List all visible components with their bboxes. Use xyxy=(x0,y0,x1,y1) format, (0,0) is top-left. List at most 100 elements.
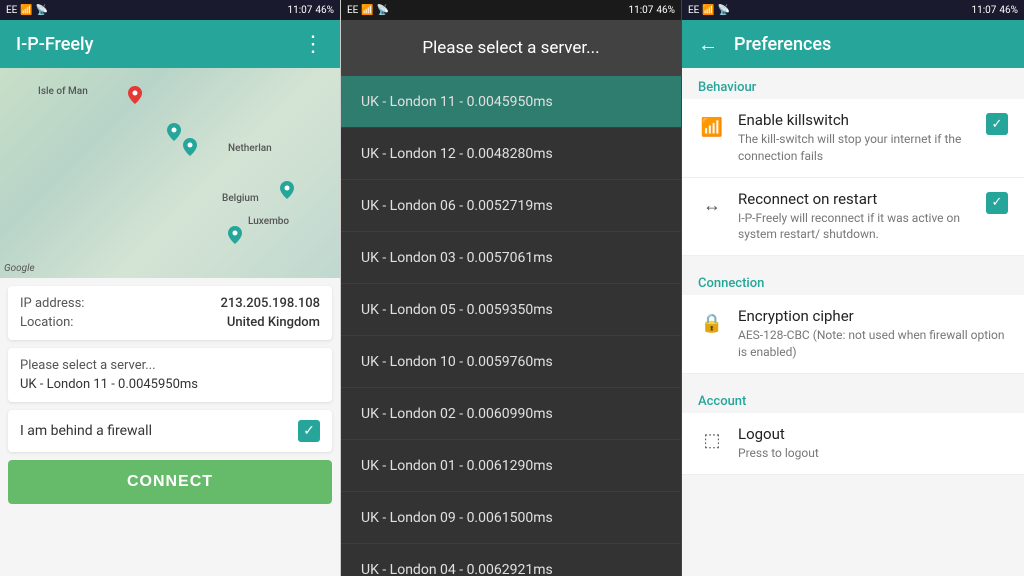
location-value: United Kingdom xyxy=(227,315,320,330)
encryption-desc: AES-128-CBC (Note: not used when firewal… xyxy=(738,327,1008,361)
server-placeholder: Please select a server... xyxy=(20,358,320,373)
server-item-1[interactable]: UK - London 12 - 0.0048280ms xyxy=(341,128,681,180)
killswitch-icon: 📶 xyxy=(698,113,726,141)
killswitch-checkbox[interactable]: ✓ xyxy=(986,113,1008,135)
ip-info-box: IP address: 213.205.198.108 Location: Un… xyxy=(8,286,332,340)
server-list-header: Please select a server... xyxy=(341,20,681,76)
map-view: Isle of Man Netherlan Belgium Luxembo Go… xyxy=(0,68,340,278)
server-item-7[interactable]: UK - London 01 - 0.0061290ms xyxy=(341,440,681,492)
reconnect-icon: ↔ xyxy=(698,192,726,220)
logout-desc: Press to logout xyxy=(738,445,1008,462)
server-item-text-1: UK - London 12 - 0.0048280ms xyxy=(361,146,553,162)
status-right-3: 11:07 46% xyxy=(972,5,1018,16)
carrier-text-2: EE xyxy=(347,5,358,16)
reconnect-title: Reconnect on restart xyxy=(738,190,974,208)
logout-item[interactable]: ⬚ Logout Press to logout xyxy=(682,413,1024,475)
server-item-text-0: UK - London 11 - 0.0045950ms xyxy=(361,94,553,110)
preferences-title: Preferences xyxy=(734,34,831,55)
killswitch-item[interactable]: 📶 Enable killswitch The kill-switch will… xyxy=(682,99,1024,178)
map-background: Isle of Man Netherlan Belgium Luxembo Go… xyxy=(0,68,340,278)
server-item-8[interactable]: UK - London 09 - 0.0061500ms xyxy=(341,492,681,544)
battery-text: 46% xyxy=(315,5,334,16)
ip-value: 213.205.198.108 xyxy=(221,296,321,311)
app-title: I-P-Freely xyxy=(16,34,93,55)
signal-icon: 📶 xyxy=(20,5,32,16)
encryption-icon: 🔒 xyxy=(698,309,726,337)
server-item-5[interactable]: UK - London 10 - 0.0059760ms xyxy=(341,336,681,388)
panel-main: EE 📶 📡 11:07 46% I-P-Freely ⋮ Isle of Ma… xyxy=(0,0,341,576)
battery-text-2: 46% xyxy=(656,5,675,16)
status-right: 11:07 46% xyxy=(288,5,334,16)
firewall-option[interactable]: I am behind a firewall ✓ xyxy=(8,410,332,452)
logout-title: Logout xyxy=(738,425,1008,443)
status-bar-1: EE 📶 📡 11:07 46% xyxy=(0,0,340,20)
menu-icon[interactable]: ⋮ xyxy=(302,32,324,57)
encryption-item[interactable]: 🔒 Encryption cipher AES-128-CBC (Note: n… xyxy=(682,295,1024,374)
preferences-app-bar: ← Preferences xyxy=(682,20,1024,68)
signal-icon-2: 📶 xyxy=(361,5,373,16)
server-list-title: Please select a server... xyxy=(422,38,599,58)
location-row: Location: United Kingdom xyxy=(20,313,320,332)
panel-server-list: EE 📶 📡 11:07 46% Please select a server.… xyxy=(341,0,682,576)
killswitch-title: Enable killswitch xyxy=(738,111,974,129)
app-bar-1: I-P-Freely ⋮ xyxy=(0,20,340,68)
server-list-container: UK - London 11 - 0.0045950ms UK - London… xyxy=(341,76,681,576)
map-label-luxembourg: Luxembo xyxy=(248,216,289,227)
map-label-netherlands: Netherlan xyxy=(228,143,272,154)
server-item-text-5: UK - London 10 - 0.0059760ms xyxy=(361,354,553,370)
reconnect-desc: I-P-Freely will reconnect if it was acti… xyxy=(738,210,974,244)
firewall-label: I am behind a firewall xyxy=(20,423,152,439)
logout-text: Logout Press to logout xyxy=(738,425,1008,462)
status-left-2: EE 📶 📡 xyxy=(347,5,389,16)
server-item-text-8: UK - London 09 - 0.0061500ms xyxy=(361,510,553,526)
server-item-3[interactable]: UK - London 03 - 0.0057061ms xyxy=(341,232,681,284)
map-pin-4 xyxy=(280,181,294,199)
map-label-isle-of-man: Isle of Man xyxy=(38,86,88,97)
status-right-2: 11:07 46% xyxy=(629,5,675,16)
carrier-text: EE xyxy=(6,5,17,16)
killswitch-desc: The kill-switch will stop your internet … xyxy=(738,131,974,165)
wifi-icon: 📡 xyxy=(36,5,48,16)
section-behaviour: Behaviour xyxy=(682,68,1024,99)
section-gap-2 xyxy=(682,374,1024,382)
server-selector[interactable]: Please select a server... UK - London 11… xyxy=(8,348,332,402)
map-pin-5 xyxy=(228,226,242,244)
section-connection: Connection xyxy=(682,264,1024,295)
server-item-text-7: UK - London 01 - 0.0061290ms xyxy=(361,458,553,474)
wifi-icon-3: 📡 xyxy=(718,5,730,16)
reconnect-text: Reconnect on restart I-P-Freely will rec… xyxy=(738,190,974,244)
section-account: Account xyxy=(682,382,1024,413)
panel-preferences: EE 📶 📡 11:07 46% ← Preferences Behaviour… xyxy=(682,0,1024,576)
server-item-text-6: UK - London 02 - 0.0060990ms xyxy=(361,406,553,422)
ip-label: IP address: xyxy=(20,296,84,311)
reconnect-item[interactable]: ↔ Reconnect on restart I-P-Freely will r… xyxy=(682,178,1024,257)
status-bar-3: EE 📶 📡 11:07 46% xyxy=(682,0,1024,20)
status-left: EE 📶 📡 xyxy=(6,5,48,16)
killswitch-text: Enable killswitch The kill-switch will s… xyxy=(738,111,974,165)
back-button[interactable]: ← xyxy=(698,32,718,57)
battery-text-3: 46% xyxy=(999,5,1018,16)
server-item-6[interactable]: UK - London 02 - 0.0060990ms xyxy=(341,388,681,440)
time-text-3: 11:07 xyxy=(972,5,997,16)
server-item-0[interactable]: UK - London 11 - 0.0045950ms xyxy=(341,76,681,128)
status-left-3: EE 📶 📡 xyxy=(688,5,730,16)
wifi-icon-2: 📡 xyxy=(377,5,389,16)
logout-icon: ⬚ xyxy=(698,427,726,455)
server-item-9[interactable]: UK - London 04 - 0.0062921ms xyxy=(341,544,681,576)
server-item-text-2: UK - London 06 - 0.0052719ms xyxy=(361,198,553,214)
server-selected-value: UK - London 11 - 0.0045950ms xyxy=(20,377,320,392)
encryption-title: Encryption cipher xyxy=(738,307,1008,325)
connect-button[interactable]: CONNECT xyxy=(8,460,332,504)
reconnect-checkbox[interactable]: ✓ xyxy=(986,192,1008,214)
map-pin-3 xyxy=(183,138,197,156)
server-item-2[interactable]: UK - London 06 - 0.0052719ms xyxy=(341,180,681,232)
server-item-text-3: UK - London 03 - 0.0057061ms xyxy=(361,250,553,266)
server-item-4[interactable]: UK - London 05 - 0.0059350ms xyxy=(341,284,681,336)
carrier-text-3: EE xyxy=(688,5,699,16)
firewall-checkbox[interactable]: ✓ xyxy=(298,420,320,442)
server-item-text-4: UK - London 05 - 0.0059350ms xyxy=(361,302,553,318)
map-pin-1 xyxy=(128,86,142,104)
server-item-text-9: UK - London 04 - 0.0062921ms xyxy=(361,562,553,576)
location-label: Location: xyxy=(20,315,73,330)
ip-row: IP address: 213.205.198.108 xyxy=(20,294,320,313)
